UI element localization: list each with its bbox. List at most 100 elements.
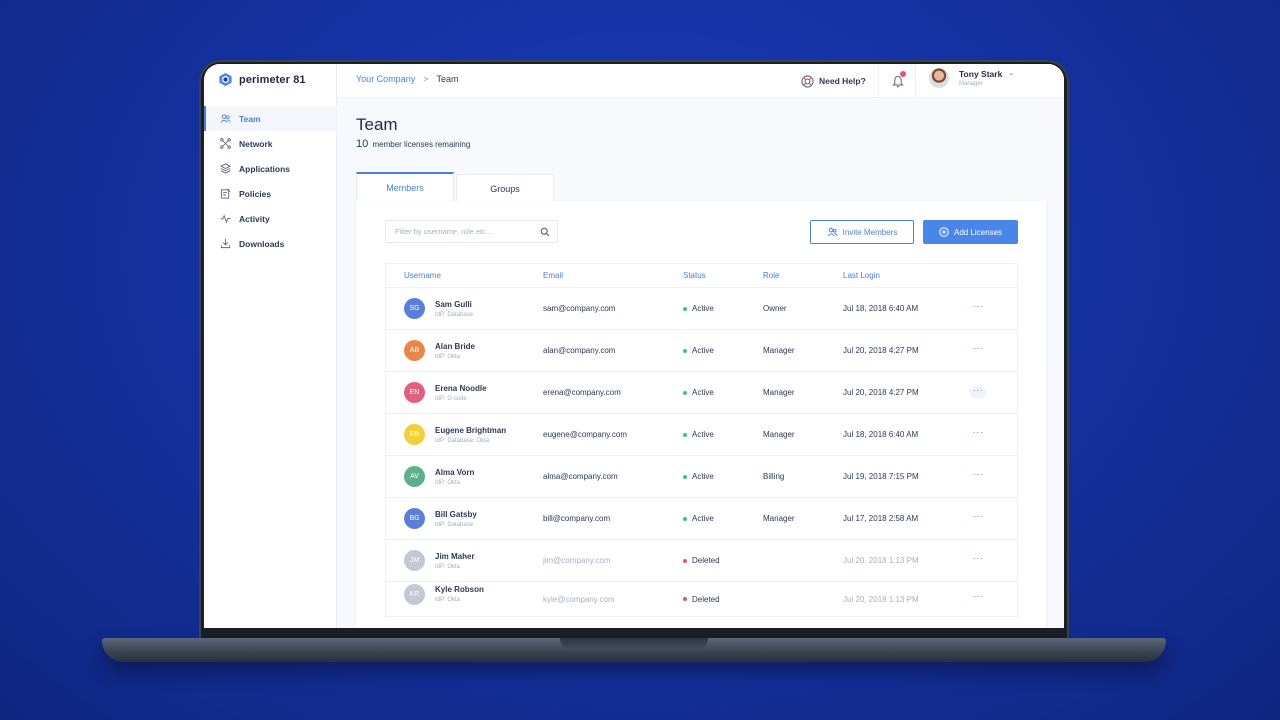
user-menu[interactable]: Tony Stark Manager ⌄ bbox=[929, 68, 1014, 88]
breadcrumb-company[interactable]: Your Company bbox=[356, 74, 415, 84]
avatar-initials: BG bbox=[409, 515, 420, 522]
table-header: Username Email Status Role Last Login bbox=[386, 264, 1017, 288]
search-icon[interactable] bbox=[540, 227, 550, 237]
table-row[interactable]: AB Alan Bride IdP: Okta alan@company.com… bbox=[386, 330, 1017, 372]
more-actions-icon[interactable]: ··· bbox=[970, 511, 986, 525]
status-cell: Active bbox=[683, 346, 763, 355]
page-title: Team bbox=[356, 115, 398, 134]
member-email: erena@company.com bbox=[543, 388, 621, 397]
member-role: Billing bbox=[763, 472, 785, 481]
column-role[interactable]: Role bbox=[763, 271, 843, 280]
more-actions-icon[interactable]: ··· bbox=[970, 343, 986, 357]
actions-cell: ··· bbox=[958, 553, 998, 567]
sidebar-nav: Team Network Applications Policies Activ… bbox=[204, 106, 337, 256]
sidebar-item-label: Activity bbox=[239, 213, 270, 224]
status-cell: Active bbox=[683, 388, 763, 397]
user-cell: JM Jim Maher IdP: Okta bbox=[386, 550, 543, 571]
avatar: SG bbox=[404, 298, 425, 319]
user-role: Manager bbox=[959, 81, 983, 87]
user-cell: EB Eugene Brightman IdP: Database, Okta bbox=[386, 424, 543, 445]
invite-label: Invite Members bbox=[842, 227, 898, 237]
member-idp: IdP: Okta bbox=[435, 353, 461, 360]
download-icon bbox=[220, 238, 231, 249]
chevron-down-icon: ⌄ bbox=[1008, 70, 1015, 77]
table-row[interactable]: KR Kyle Robson IdP: Okta kyle@company.co… bbox=[386, 582, 1017, 616]
avatar: KR bbox=[404, 583, 425, 605]
license-info: 10 member licenses remaining bbox=[356, 138, 470, 150]
column-last-login[interactable]: Last Login bbox=[843, 271, 958, 280]
avatar: EN bbox=[404, 382, 425, 403]
actions-cell: ··· bbox=[958, 385, 998, 399]
member-email: jim@company.com bbox=[543, 556, 611, 565]
sidebar-item-downloads[interactable]: Downloads bbox=[204, 231, 337, 256]
status-badge: Active bbox=[692, 472, 714, 481]
status-cell: Deleted bbox=[683, 556, 763, 565]
status-badge: Active bbox=[692, 514, 714, 523]
avatar-initials: SG bbox=[409, 305, 420, 312]
notifications-button[interactable] bbox=[880, 64, 916, 98]
help-button[interactable]: Need Help? bbox=[801, 64, 879, 98]
filter-input[interactable]: Filter by username, role etc... bbox=[385, 220, 558, 243]
member-idp: IdP: Okta bbox=[435, 597, 461, 603]
table-row[interactable]: JM Jim Maher IdP: Okta jim@company.com D… bbox=[386, 540, 1017, 582]
avatar: JM bbox=[404, 550, 425, 571]
status-dot bbox=[683, 597, 687, 601]
member-name: Alan Bride bbox=[435, 341, 476, 351]
sidebar-item-team[interactable]: Team bbox=[204, 106, 337, 131]
status-badge: Deleted bbox=[692, 556, 720, 565]
main-content: Team 10 member licenses remaining Member… bbox=[337, 98, 1064, 628]
sidebar: perimeter 81 Team Network Applications P… bbox=[204, 64, 337, 628]
sidebar-item-policies[interactable]: Policies bbox=[204, 181, 337, 206]
invite-members-button[interactable]: Invite Members bbox=[810, 220, 914, 244]
member-name: Eugene Brightman bbox=[435, 425, 507, 435]
member-idp: IdP: Database bbox=[435, 311, 474, 318]
logo[interactable]: perimeter 81 bbox=[218, 72, 306, 87]
more-actions-icon[interactable]: ··· bbox=[970, 469, 986, 483]
tab-groups[interactable]: Groups bbox=[456, 174, 554, 202]
logo-icon bbox=[219, 72, 232, 87]
user-cell: BG Bill Gatsby IdP: Database bbox=[386, 508, 543, 529]
member-role: Manager bbox=[763, 514, 795, 523]
actions-cell: ··· bbox=[958, 592, 998, 605]
tab-members[interactable]: Members bbox=[356, 172, 454, 202]
member-last-login: Jul 20, 2018 4:27 PM bbox=[843, 388, 919, 397]
table-row[interactable]: EB Eugene Brightman IdP: Database, Okta … bbox=[386, 414, 1017, 456]
status-cell: Active bbox=[683, 472, 763, 481]
table-row[interactable]: SG Sam Gulli IdP: Database sam@company.c… bbox=[386, 288, 1017, 330]
avatar-initials: AB bbox=[409, 347, 420, 354]
table-row[interactable]: EN Erena Noodle IdP: G-suite erena@compa… bbox=[386, 372, 1017, 414]
breadcrumb-separator: > bbox=[423, 74, 429, 84]
status-badge: Deleted bbox=[692, 594, 720, 604]
more-actions-icon[interactable]: ··· bbox=[970, 427, 986, 441]
more-actions-icon[interactable]: ··· bbox=[970, 301, 986, 315]
member-idp: IdP: Okta bbox=[435, 563, 461, 570]
policies-icon bbox=[220, 188, 231, 199]
lifebuoy-icon bbox=[801, 74, 814, 88]
more-actions-icon[interactable]: ··· bbox=[970, 553, 986, 567]
column-status[interactable]: Status bbox=[683, 271, 763, 280]
status-dot bbox=[683, 390, 687, 395]
sidebar-item-activity[interactable]: Activity bbox=[204, 206, 337, 231]
sidebar-item-applications[interactable]: Applications bbox=[204, 156, 337, 181]
member-email: sam@company.com bbox=[543, 304, 616, 313]
actions-cell: ··· bbox=[958, 427, 998, 441]
member-role: Manager bbox=[763, 430, 795, 439]
member-last-login: Jul 19, 2018 7:15 PM bbox=[843, 472, 919, 481]
member-email: alma@company.com bbox=[543, 472, 618, 481]
add-licenses-button[interactable]: Add Licenses bbox=[923, 220, 1018, 244]
status-badge: Active bbox=[692, 388, 714, 397]
table-row[interactable]: BG Bill Gatsby IdP: Database bill@compan… bbox=[386, 498, 1017, 540]
more-actions-icon[interactable]: ··· bbox=[970, 385, 986, 399]
avatar-initials: KR bbox=[409, 590, 420, 598]
sidebar-item-label: Downloads bbox=[239, 238, 285, 249]
table-row[interactable]: AV Alma Vorn IdP: Okta alma@company.com … bbox=[386, 456, 1017, 498]
column-username[interactable]: Username bbox=[386, 271, 543, 280]
more-actions-icon[interactable]: ··· bbox=[970, 592, 986, 605]
status-dot bbox=[683, 516, 687, 521]
applications-icon bbox=[220, 163, 231, 174]
sidebar-item-network[interactable]: Network bbox=[204, 131, 337, 156]
column-email[interactable]: Email bbox=[543, 271, 683, 280]
license-text: member licenses remaining bbox=[372, 140, 471, 149]
actions-cell: ··· bbox=[958, 511, 998, 525]
laptop-notch bbox=[560, 638, 708, 650]
